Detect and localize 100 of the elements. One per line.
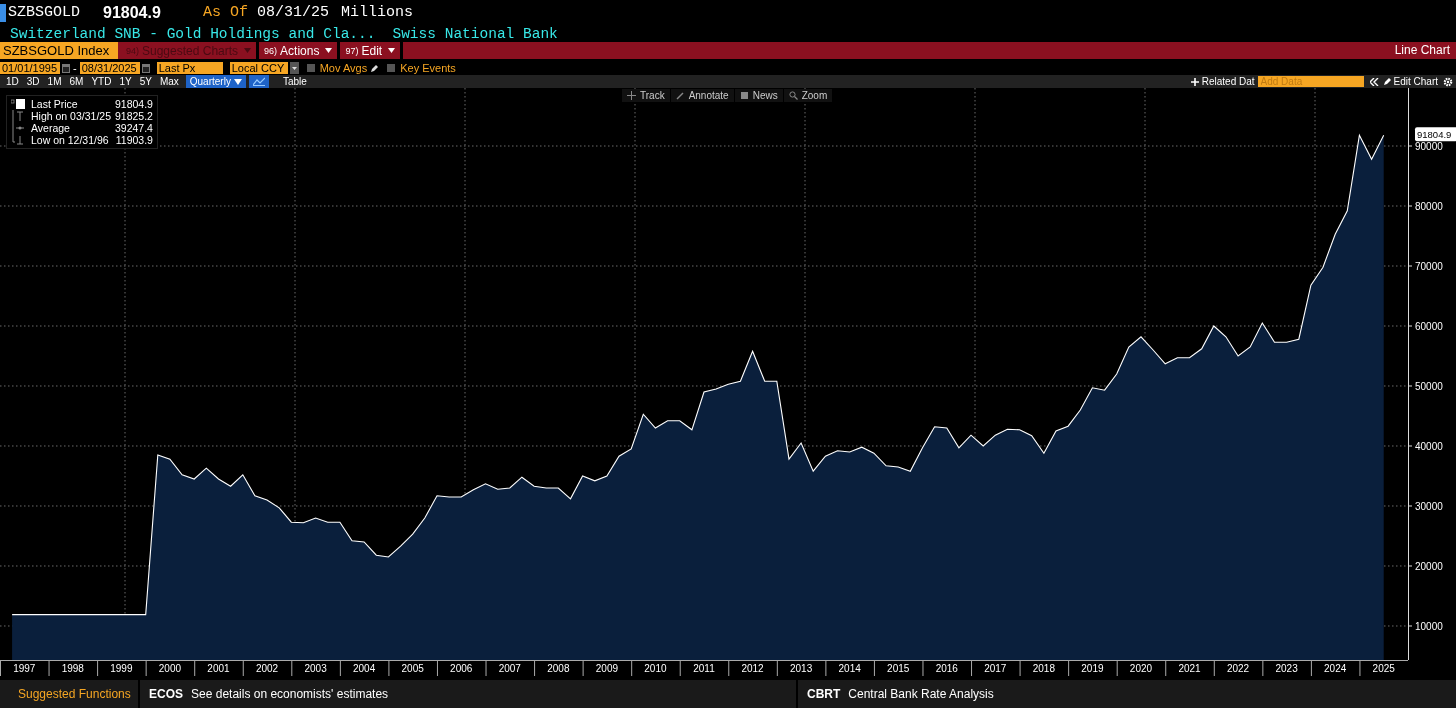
y-axis-label: 30000: [1415, 501, 1443, 512]
security-source: Swiss National Bank: [392, 25, 558, 42]
caret-icon: [233, 78, 242, 85]
field-selector[interactable]: Last Px: [156, 62, 223, 74]
x-axis-label: 2005: [401, 663, 424, 674]
line-chart-icon: [252, 77, 265, 86]
chart-style-button[interactable]: [248, 75, 269, 88]
x-axis-label: 2002: [255, 663, 279, 674]
y-axis-label: 40000: [1415, 441, 1443, 452]
x-axis-label: 2024: [1324, 663, 1347, 674]
legend-label: High on 03/31/25: [31, 110, 111, 122]
table-button[interactable]: Table: [276, 75, 313, 88]
period-button[interactable]: Max: [155, 75, 183, 88]
plus-icon[interactable]: [1190, 77, 1199, 86]
last-marker-icon: [11, 98, 25, 110]
y-axis-label: 50000: [1415, 381, 1443, 392]
period-button[interactable]: 5Y: [135, 75, 156, 88]
y-axis-label: 70000: [1415, 261, 1443, 272]
x-axis-label: 2004: [353, 663, 376, 674]
collapse-icon[interactable]: [1369, 77, 1379, 86]
last-value: 91804.9: [103, 3, 162, 22]
period-button[interactable]: 1Y: [115, 75, 136, 88]
period-button[interactable]: 3D: [22, 75, 44, 88]
x-axis-label: 2022: [1226, 663, 1250, 674]
last-value-tag: 91804.9: [1415, 127, 1456, 142]
function-code[interactable]: CBRT: [807, 687, 841, 701]
search-icon: [788, 91, 798, 100]
high-marker-icon: [11, 110, 25, 122]
x-axis-label: 2012: [741, 663, 764, 674]
crosshair-icon: [627, 91, 636, 100]
calendar-icon[interactable]: [62, 63, 70, 73]
legend-value: 91825.2: [115, 110, 153, 122]
security-field[interactable]: SZBSGOLD Index: [0, 42, 118, 59]
x-axis-label: 2010: [644, 663, 667, 674]
cursor-marker: [0, 3, 6, 22]
period-button[interactable]: 1D: [2, 75, 23, 88]
as-of-label: As Of: [203, 4, 248, 21]
calendar-icon[interactable]: [141, 63, 150, 73]
ticker: SZBSGOLD: [8, 4, 81, 21]
x-axis-label: 2019: [1081, 663, 1104, 674]
period-button[interactable]: 1M: [43, 75, 66, 88]
x-axis-label: 2000: [158, 663, 182, 674]
y-axis-label: 80000: [1415, 201, 1443, 212]
range-separator: -: [73, 62, 77, 74]
legend-label: Low on 12/31/96: [31, 134, 110, 146]
period-button[interactable]: YTD: [87, 75, 116, 88]
x-axis-label: 2003: [304, 663, 327, 674]
option-label[interactable]: Key Events: [400, 62, 456, 74]
as-of-date: 08/31/25: [257, 4, 330, 21]
news-icon: [739, 91, 749, 100]
option-label[interactable]: Mov Avgs: [319, 62, 368, 74]
start-date-field[interactable]: 01/01/1995: [0, 62, 60, 74]
function-code[interactable]: ECOS: [149, 687, 183, 701]
low-marker-icon: [11, 134, 25, 146]
y-axis-label: 10000: [1415, 621, 1443, 632]
x-axis-label: 1997: [13, 663, 36, 674]
checkbox[interactable]: [387, 64, 396, 72]
settings-icon[interactable]: [1443, 76, 1453, 87]
caret-icon: [325, 48, 333, 53]
x-axis-label: 2021: [1178, 663, 1201, 674]
legend-value: 11903.9: [115, 134, 153, 146]
x-axis-label: 2008: [547, 663, 570, 674]
legend-value: 39247.4: [115, 122, 153, 134]
y-axis-label: 90000: [1415, 141, 1443, 152]
pencil-icon[interactable]: [1382, 77, 1392, 86]
function-description[interactable]: See details on economists' estimates: [191, 687, 389, 701]
x-axis-label: 2006: [450, 663, 473, 674]
period-button[interactable]: 6M: [65, 75, 88, 88]
edit-chart-button[interactable]: Edit Chart: [1391, 76, 1443, 87]
function-description[interactable]: Central Bank Rate Analysis: [848, 687, 994, 701]
end-date-field[interactable]: 08/31/2025: [79, 62, 140, 74]
x-axis-label: 2001: [207, 663, 230, 674]
frequency-dropdown[interactable]: Quarterly: [185, 75, 246, 88]
legend-value: 91804.9: [115, 98, 153, 110]
x-axis-label: 1999: [110, 663, 133, 674]
related-data-button[interactable]: Related Dat: [1198, 76, 1258, 87]
x-axis-label: 2009: [595, 663, 618, 674]
chart-type-title: Line Chart: [1394, 42, 1451, 59]
x-axis-label: 1998: [61, 663, 84, 674]
y-axis-label: 20000: [1415, 561, 1443, 572]
pencil-icon[interactable]: [370, 63, 380, 73]
x-axis-label: 2017: [984, 663, 1007, 674]
security-name: Switzerland SNB - Gold Holdings and Cla...: [10, 25, 376, 42]
suggested-functions-link[interactable]: Suggested Functions: [18, 687, 131, 701]
legend-label: Last Price: [31, 98, 79, 110]
checkbox[interactable]: [306, 64, 315, 72]
x-axis-label: 2007: [498, 663, 521, 674]
x-axis-label: 2016: [935, 663, 958, 674]
y-axis-label: 60000: [1415, 321, 1443, 332]
x-axis-label: 2023: [1275, 663, 1298, 674]
x-axis-label: 2025: [1372, 663, 1395, 674]
pencil-icon: [675, 91, 685, 100]
legend-label: Average: [31, 122, 71, 134]
caret-icon: [388, 48, 396, 53]
x-axis-label: 2020: [1129, 663, 1153, 674]
x-axis-label: 2013: [790, 663, 813, 674]
caret-icon: [244, 48, 252, 53]
x-axis-label: 2018: [1032, 663, 1055, 674]
units: Millions: [341, 4, 414, 21]
currency-dropdown[interactable]: Local CCY: [229, 62, 288, 74]
